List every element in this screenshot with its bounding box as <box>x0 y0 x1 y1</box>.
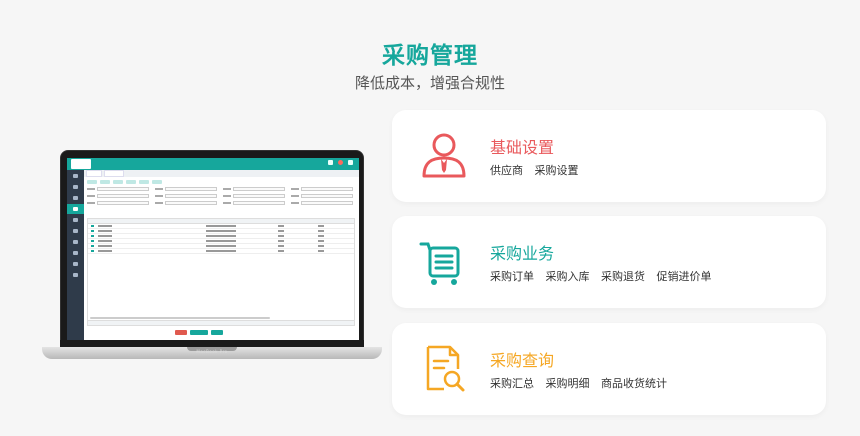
app-button <box>175 330 187 335</box>
form-field <box>165 187 217 191</box>
notification-icon <box>338 160 343 165</box>
document-search-icon <box>426 345 465 392</box>
sidebar-item <box>67 270 84 280</box>
menu-icon <box>73 218 78 222</box>
menu-icon <box>73 207 78 211</box>
grid-footer <box>88 320 354 325</box>
app-form <box>87 187 355 215</box>
menu-icon <box>73 273 78 277</box>
toolbar-button <box>100 180 110 184</box>
card-basic-settings[interactable]: 基础设置 供应商 采购设置 <box>392 110 826 202</box>
card-item-purchase-inbound[interactable]: 采购入库 <box>546 270 590 283</box>
page-subtitle: 降低成本，增强合规性 <box>354 74 505 92</box>
app-tab-active <box>104 170 124 177</box>
form-field <box>97 194 149 198</box>
menu-icon <box>73 229 78 233</box>
form-field <box>233 194 285 198</box>
user-icon <box>422 133 466 178</box>
card-purchase-business[interactable]: 采购业务 采购订单 采购入库 采购退货 促销进价单 <box>392 216 826 308</box>
card-item-purchase-detail[interactable]: 采购明细 <box>546 377 590 390</box>
toolbar-button <box>152 180 162 184</box>
laptop-screen <box>67 158 359 344</box>
card-title: 基础设置 <box>490 138 555 157</box>
app-header <box>67 158 359 170</box>
laptop-mockup: MacBook Pro <box>42 150 382 365</box>
card-item-purchase-settings[interactable]: 采购设置 <box>535 164 579 177</box>
card-items: 采购订单 采购入库 采购退货 促销进价单 <box>490 268 720 284</box>
toolbar-button <box>139 180 149 184</box>
form-field <box>165 201 217 205</box>
sidebar-item <box>67 237 84 247</box>
menu-icon <box>73 196 78 200</box>
menu-icon <box>73 262 78 266</box>
toolbar-button <box>126 180 136 184</box>
menu-icon <box>73 185 78 189</box>
app-header-icons <box>328 160 353 165</box>
sidebar-item-active <box>67 204 84 214</box>
cart-icon <box>419 242 460 285</box>
grid-scrollbar <box>90 317 270 319</box>
card-title: 采购业务 <box>490 244 555 263</box>
app-logo <box>71 159 91 169</box>
card-purchase-query[interactable]: 采购查询 采购汇总 采购明细 商品收货统计 <box>392 323 826 415</box>
card-item-receipt-stats[interactable]: 商品收货统计 <box>601 377 667 390</box>
card-item-supplier[interactable]: 供应商 <box>490 164 523 177</box>
laptop-brand-label: MacBook Pro <box>196 349 228 354</box>
card-item-purchase-return[interactable]: 采购退货 <box>601 270 645 283</box>
sidebar-item <box>67 259 84 269</box>
sidebar-item <box>67 182 84 192</box>
user-icon <box>348 160 353 165</box>
sidebar-item <box>67 193 84 203</box>
app-action-buttons <box>175 330 223 335</box>
home-icon <box>73 174 78 178</box>
app-tabs <box>84 170 359 177</box>
form-field <box>233 187 285 191</box>
form-field <box>301 201 353 205</box>
app-sidebar <box>67 170 84 344</box>
sidebar-item <box>67 171 84 181</box>
page-title: 采购管理 <box>382 43 478 69</box>
app-tab <box>86 170 102 177</box>
form-field <box>165 194 217 198</box>
app-toolbar <box>87 180 162 184</box>
form-field <box>233 201 285 205</box>
card-item-promo-price[interactable]: 促销进价单 <box>657 270 712 283</box>
toolbar-button <box>87 180 97 184</box>
sidebar-item <box>67 226 84 236</box>
card-title: 采购查询 <box>490 351 555 370</box>
card-item-purchase-order[interactable]: 采购订单 <box>490 270 534 283</box>
app-button <box>211 330 223 335</box>
table-row <box>88 249 354 254</box>
card-items: 供应商 采购设置 <box>490 162 587 178</box>
form-field <box>97 187 149 191</box>
form-field <box>301 194 353 198</box>
form-field <box>301 187 353 191</box>
menu-icon <box>73 251 78 255</box>
card-item-purchase-summary[interactable]: 采购汇总 <box>490 377 534 390</box>
menu-icon <box>73 240 78 244</box>
form-field <box>97 201 149 205</box>
sidebar-item <box>67 248 84 258</box>
laptop-lid <box>60 150 364 348</box>
sidebar-item <box>67 215 84 225</box>
message-icon <box>328 160 333 165</box>
app-data-grid <box>87 218 355 326</box>
app-button <box>190 330 208 335</box>
toolbar-button <box>113 180 123 184</box>
card-items: 采购汇总 采购明细 商品收货统计 <box>490 375 675 391</box>
